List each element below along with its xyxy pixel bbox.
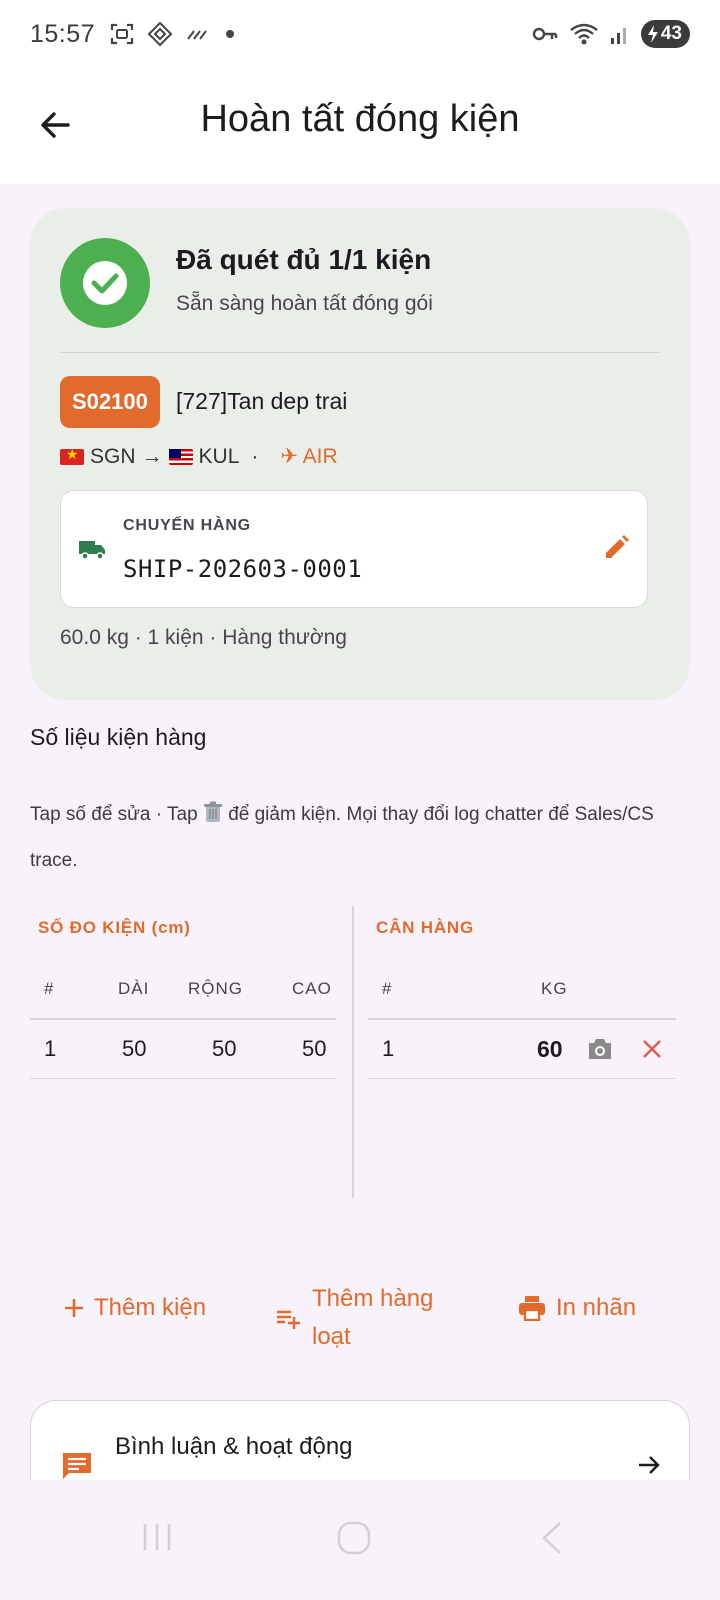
- print-label-button[interactable]: In nhãn: [518, 1294, 636, 1322]
- dim-col-width: RỘNG: [188, 979, 243, 998]
- edit-icon[interactable]: [601, 533, 631, 563]
- dim-width-value[interactable]: 50: [212, 1036, 236, 1062]
- dim-row-divider: [30, 1078, 336, 1079]
- weight-col-index: #: [382, 979, 393, 998]
- home-icon[interactable]: [336, 1520, 372, 1556]
- vietnam-flag-icon: [60, 446, 84, 465]
- cell-signal-icon: [610, 28, 626, 44]
- status-bar: 15:57 43: [0, 0, 720, 68]
- vpn-key-icon: [532, 27, 558, 41]
- add-bulk-button[interactable]: Thêm hàng loạt: [276, 1280, 446, 1356]
- package-section-title: Số liệu kiện hàng: [30, 724, 207, 750]
- dim-header-divider: [30, 1018, 336, 1020]
- card-divider: [60, 352, 660, 353]
- route-destination: KUL: [198, 444, 240, 468]
- weight-row-index: 1: [382, 1036, 395, 1061]
- dim-height-value[interactable]: 50: [302, 1036, 326, 1062]
- status-notification-icons: [109, 21, 237, 47]
- status-time: 15:57: [30, 19, 96, 48]
- add-package-button[interactable]: Thêm kiện: [64, 1294, 206, 1322]
- package-section-hint: Tap số để sửa · Tap để giảm kiện. Mọi th…: [30, 792, 690, 884]
- nav-back-icon[interactable]: [536, 1520, 568, 1556]
- comment-icon: [63, 1453, 91, 1479]
- check-circle-icon: [83, 261, 127, 305]
- truck-icon: [79, 541, 105, 560]
- shipment-label: CHUYẾN HÀNG: [123, 517, 251, 534]
- route-line: SGN → KUL · ✈ AIR: [60, 444, 338, 469]
- route-separator: ·: [251, 444, 259, 468]
- package-totals: 60.0 kg · 1 kiện · Hàng thường: [60, 626, 347, 649]
- add-package-label: Thêm kiện: [94, 1294, 207, 1321]
- charging-icon: [647, 25, 658, 43]
- weight-kg-value[interactable]: 60: [537, 1036, 563, 1063]
- arrow-forward-icon: [639, 1456, 660, 1474]
- dim-col-height: CAO: [292, 979, 332, 998]
- dim-row-index: 1: [44, 1036, 57, 1061]
- route-arrow: →: [141, 444, 163, 468]
- plus-icon: [65, 1299, 83, 1317]
- dot-icon: [226, 30, 235, 38]
- print-label-text: In nhãn: [556, 1294, 637, 1321]
- hint-text-start: Tap số để sửa · Tap: [30, 804, 203, 825]
- dim-length-value[interactable]: 50: [122, 1036, 146, 1062]
- close-icon[interactable]: [642, 1039, 662, 1059]
- table-divider: [352, 906, 354, 1198]
- dimensions-heading: SỐ ĐO KIỆN (cm): [38, 918, 191, 937]
- battery-indicator: 43: [640, 20, 690, 48]
- weight-col-kg: KG: [541, 979, 568, 998]
- success-badge: [60, 238, 150, 328]
- playlist-add-icon: [277, 1310, 300, 1329]
- app-bar: Hoàn tất đóng kiện: [0, 68, 720, 184]
- screenshot-icon: [110, 23, 134, 45]
- dim-col-index: #: [44, 979, 55, 998]
- weight-heading: CÂN HÀNG: [376, 918, 475, 937]
- system-nav-bar: [0, 1480, 720, 1600]
- weight-row-divider: [368, 1078, 676, 1079]
- add-bulk-label: Thêm hàng loạt: [312, 1285, 434, 1350]
- scan-status-headline: Đã quét đủ 1/1 kiện: [176, 244, 432, 275]
- trash-icon: [203, 801, 222, 822]
- scan-status-subline: Sẵn sàng hoàn tất đóng gói: [176, 292, 433, 315]
- signal-strength-icon: [187, 30, 207, 40]
- weight-header-divider: [368, 1018, 676, 1020]
- malaysia-flag-icon: [168, 448, 193, 465]
- shipment-selector[interactable]: CHUYẾN HÀNG SHIP-202603-0001: [60, 490, 648, 608]
- status-system-icons: 43: [531, 20, 690, 48]
- page-title: Hoàn tất đóng kiện: [200, 98, 520, 140]
- app-notification-icon: [147, 21, 173, 47]
- dim-col-length: DÀI: [118, 979, 150, 998]
- packing-summary-card: Đã quét đủ 1/1 kiện Sẵn sàng hoàn tất đó…: [30, 208, 690, 700]
- order-code-badge: S02100: [60, 376, 160, 428]
- recent-apps-icon[interactable]: [140, 1520, 174, 1554]
- print-icon: [519, 1296, 545, 1321]
- comments-title: Bình luận & hoạt động: [115, 1433, 353, 1460]
- customer-name: [727]Tan dep trai: [176, 388, 348, 414]
- route-origin: SGN: [90, 444, 136, 468]
- camera-icon[interactable]: [586, 1036, 614, 1062]
- shipment-value: SHIP-202603-0001: [123, 555, 363, 583]
- battery-level: 43: [660, 23, 682, 44]
- transport-mode: ✈ AIR: [280, 445, 338, 468]
- wifi-icon: [570, 23, 598, 45]
